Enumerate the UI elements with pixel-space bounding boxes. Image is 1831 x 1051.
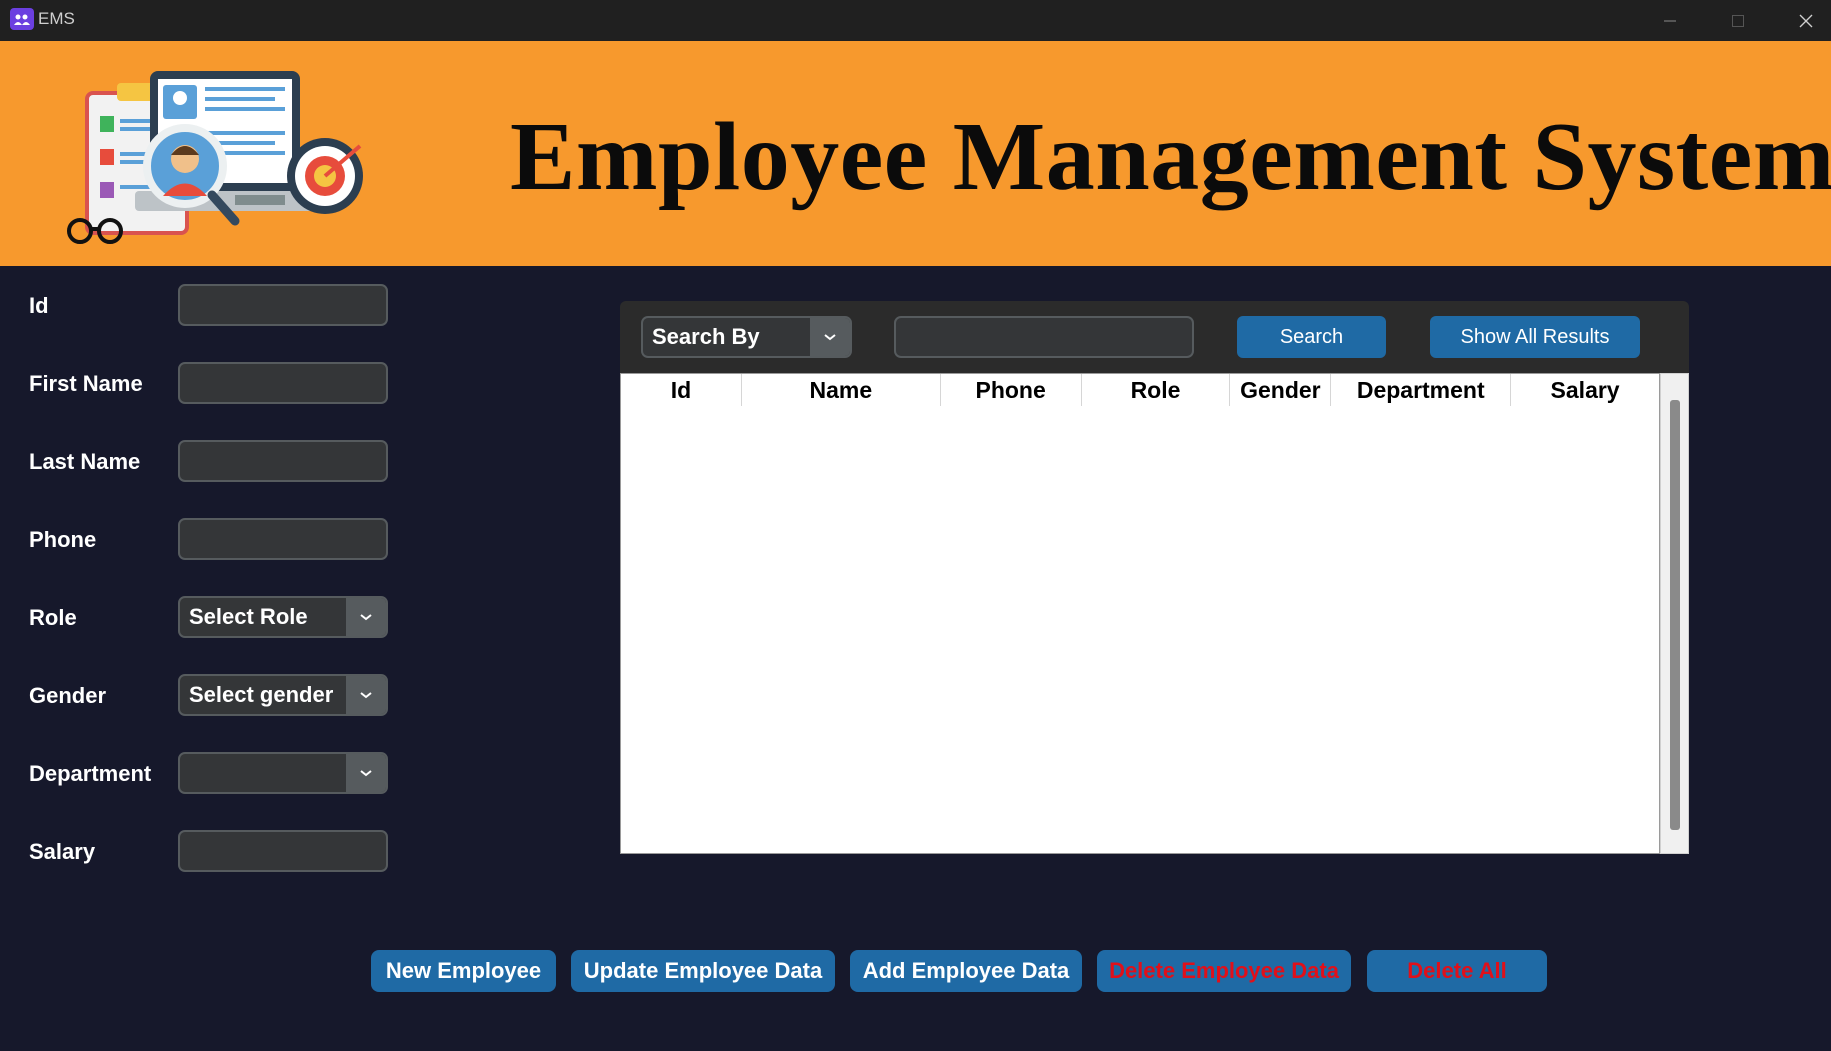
search-input[interactable] [894,316,1194,358]
records-panel: Search By Search Show All Results Id Nam… [620,301,1689,854]
column-header-id[interactable]: Id [621,374,742,406]
first-name-label: First Name [29,371,143,396]
chevron-down-icon[interactable] [346,676,386,714]
column-header-role[interactable]: Role [1082,374,1231,406]
header-banner: Employee Management System [0,41,1831,266]
scrollbar-thumb[interactable] [1670,400,1680,830]
role-select-value: Select Role [189,604,308,629]
close-icon[interactable] [1772,0,1831,41]
column-header-gender[interactable]: Gender [1230,374,1332,406]
show-all-results-button[interactable]: Show All Results [1430,316,1640,358]
department-select[interactable] [178,752,388,794]
column-header-department[interactable]: Department [1331,374,1512,406]
column-header-name[interactable]: Name [742,374,941,406]
column-header-salary[interactable]: Salary [1511,374,1659,406]
gender-label: Gender [29,683,107,708]
chevron-down-icon[interactable] [346,754,386,792]
title-bar: EMS [0,0,1831,41]
search-by-select[interactable]: Search By [641,316,852,358]
table-header-row: Id Name Phone Role Gender Department Sal… [621,374,1659,406]
update-employee-button[interactable]: Update Employee Data [571,950,835,992]
chevron-down-icon[interactable] [346,598,386,636]
last-name-label: Last Name [29,449,141,474]
delete-all-button[interactable]: Delete All [1367,950,1547,992]
salary-label: Salary [29,839,96,864]
gender-select-value: Select gender [189,682,334,707]
salary-field[interactable] [178,830,388,872]
add-employee-button[interactable]: Add Employee Data [850,950,1082,992]
delete-employee-button[interactable]: Delete Employee Data [1097,950,1351,992]
chevron-down-icon[interactable] [810,318,850,356]
employee-table[interactable]: Id Name Phone Role Gender Department Sal… [620,373,1660,854]
maximize-icon[interactable] [1704,0,1772,41]
page-title: Employee Management System [510,103,1831,211]
id-field[interactable] [178,284,388,326]
new-employee-button[interactable]: New Employee [371,950,556,992]
phone-label: Phone [29,527,97,552]
last-name-field[interactable] [178,440,388,482]
role-select[interactable]: Select Role [178,596,388,638]
phone-field[interactable] [178,518,388,560]
gender-select[interactable]: Select gender [178,674,388,716]
minimize-icon[interactable] [1636,0,1704,41]
app-icon [10,8,34,30]
window-title: EMS [38,9,75,28]
employee-illustration-icon [67,71,363,244]
department-label: Department [29,761,152,786]
id-label: Id [29,293,49,318]
role-label: Role [29,605,77,630]
table-scrollbar[interactable] [1660,373,1689,854]
search-button[interactable]: Search [1237,316,1386,358]
first-name-field[interactable] [178,362,388,404]
search-by-value: Search By [652,324,760,349]
column-header-phone[interactable]: Phone [941,374,1082,406]
